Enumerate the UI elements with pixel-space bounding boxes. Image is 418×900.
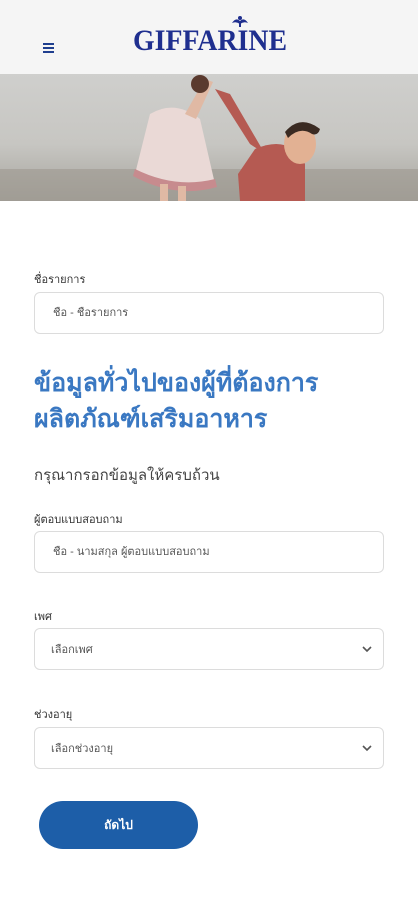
section-heading: ข้อมูลทั่วไปของผู้ที่ต้องการ ผลิตภัณฑ์เส… [34, 365, 394, 437]
heading-line-1: ข้อมูลทั่วไปของผู้ที่ต้องการ [34, 369, 319, 397]
giffarine-logo[interactable]: GIFFARINE [133, 14, 289, 56]
item-name-input[interactable] [51, 306, 367, 320]
menu-icon-bar [43, 51, 54, 53]
respondent-field[interactable] [34, 531, 384, 573]
respondent-input[interactable] [51, 545, 367, 559]
menu-icon-bar [43, 43, 54, 45]
brand-name: GIFFARINE [133, 24, 287, 56]
age-range-select-value: เลือกช่วงอายุ [51, 743, 114, 755]
hamburger-menu-button[interactable] [40, 38, 60, 54]
chevron-down-icon [362, 646, 372, 653]
chevron-down-icon [362, 745, 372, 752]
hero-photo [0, 75, 418, 201]
hero-banner [0, 74, 418, 201]
age-range-select[interactable]: เลือกช่วงอายุ [34, 727, 384, 769]
age-range-label: ช่วงอายุ [34, 709, 73, 721]
heading-line-2: ผลิตภัณฑ์เสริมอาหาร [34, 405, 268, 433]
logo-mark: GIFFARINE [133, 16, 287, 56]
next-button[interactable]: ถัดไป [39, 801, 198, 849]
respondent-label: ผู้ตอบแบบสอบถาม [34, 514, 123, 526]
gender-select[interactable]: เลือกเพศ [34, 628, 384, 670]
item-name-label: ชื่อรายการ [34, 274, 86, 286]
item-name-field[interactable] [34, 292, 384, 334]
gender-label: เพศ [34, 611, 52, 623]
instruction-text: กรุณากรอกข้อมูลให้ครบถ้วน [34, 467, 220, 484]
gender-select-value: เลือกเพศ [51, 644, 93, 656]
menu-icon-bar [43, 47, 54, 49]
app-header: GIFFARINE [0, 0, 418, 74]
